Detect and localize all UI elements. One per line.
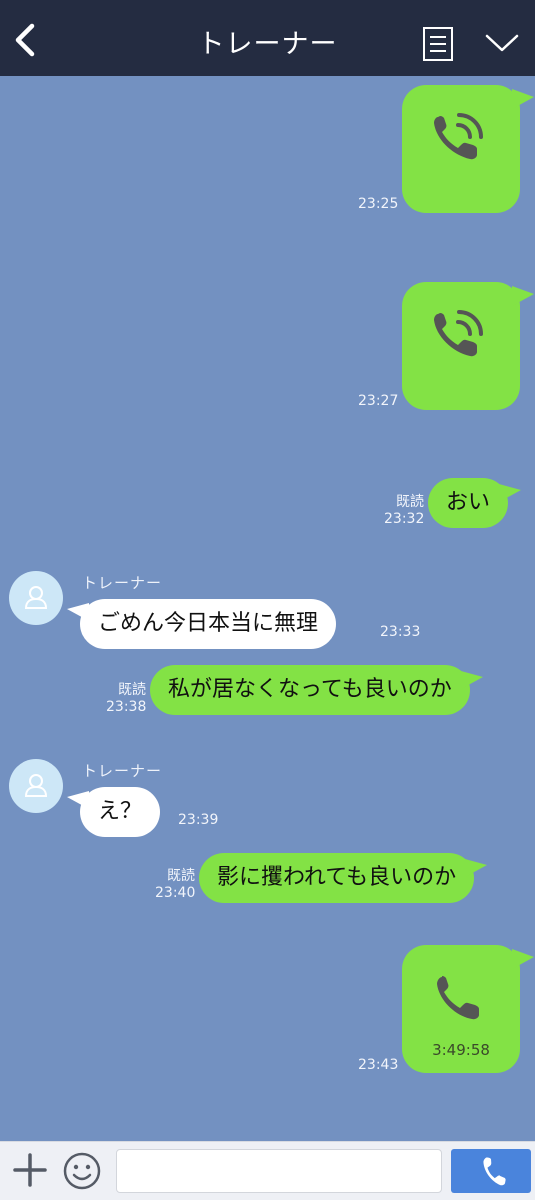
smiley-icon	[63, 1152, 101, 1190]
message-time: 23:27	[358, 393, 399, 409]
message-text: 私が居なくなっても良いのか	[168, 677, 452, 702]
call-message-bubble[interactable]	[402, 85, 534, 213]
menu-button[interactable]	[422, 26, 454, 62]
message-time: 23:32	[384, 511, 425, 527]
read-label: 既読	[118, 682, 146, 698]
read-receipt: 既読 23:32	[384, 494, 424, 528]
read-receipt: 既読 23:38	[106, 682, 146, 716]
collapse-button[interactable]	[483, 30, 521, 58]
message-time: 23:25	[358, 196, 399, 212]
add-attachment-button[interactable]	[12, 1152, 48, 1188]
call-message-bubble[interactable]	[402, 282, 534, 410]
sender-name: トレーナー	[82, 762, 163, 780]
read-receipt: 既読 23:40	[155, 868, 195, 902]
sent-message-bubble[interactable]: 私が居なくなっても良いのか	[150, 665, 483, 715]
received-message-bubble[interactable]: ごめん今日本当に無理	[67, 599, 337, 649]
message-time: 23:39	[178, 812, 219, 828]
message-input[interactable]	[116, 1149, 442, 1193]
message-time: 23:43	[358, 1057, 399, 1073]
message-time: 23:38	[106, 699, 147, 715]
chat-title: トレーナー	[197, 29, 338, 60]
message-time: 23:33	[380, 624, 421, 640]
phone-ringing-icon	[434, 310, 483, 357]
call-message-bubble[interactable]: 3:49:58	[402, 945, 534, 1073]
message-text: 影に攫われても良いのか	[217, 865, 457, 890]
read-label: 既読	[396, 494, 424, 510]
chat-header: トレーナー	[0, 0, 535, 76]
message-text: おい	[446, 490, 491, 515]
phone-icon	[437, 976, 479, 1020]
phone-icon	[483, 1157, 506, 1186]
call-button[interactable]	[451, 1149, 531, 1193]
phone-ringing-icon	[434, 113, 483, 160]
sent-message-bubble[interactable]: おい	[428, 478, 522, 528]
avatar[interactable]	[9, 571, 63, 625]
list-icon	[423, 27, 453, 61]
plus-icon	[13, 1153, 47, 1187]
sender-name: トレーナー	[82, 574, 163, 592]
read-label: 既読	[167, 868, 195, 884]
user-icon	[24, 586, 48, 609]
received-message-bubble[interactable]: え？	[67, 787, 161, 837]
composer-bar	[0, 1141, 535, 1200]
avatar[interactable]	[9, 759, 63, 813]
emoji-button[interactable]	[62, 1151, 102, 1191]
message-text: え？	[98, 799, 143, 824]
call-duration: 3:49:58	[432, 1041, 490, 1059]
message-time: 23:40	[155, 885, 196, 901]
message-text: ごめん今日本当に無理	[98, 611, 319, 636]
sent-message-bubble[interactable]: 影に攫われても良いのか	[199, 853, 488, 903]
chevron-down-icon	[485, 34, 519, 52]
user-icon	[24, 774, 48, 797]
